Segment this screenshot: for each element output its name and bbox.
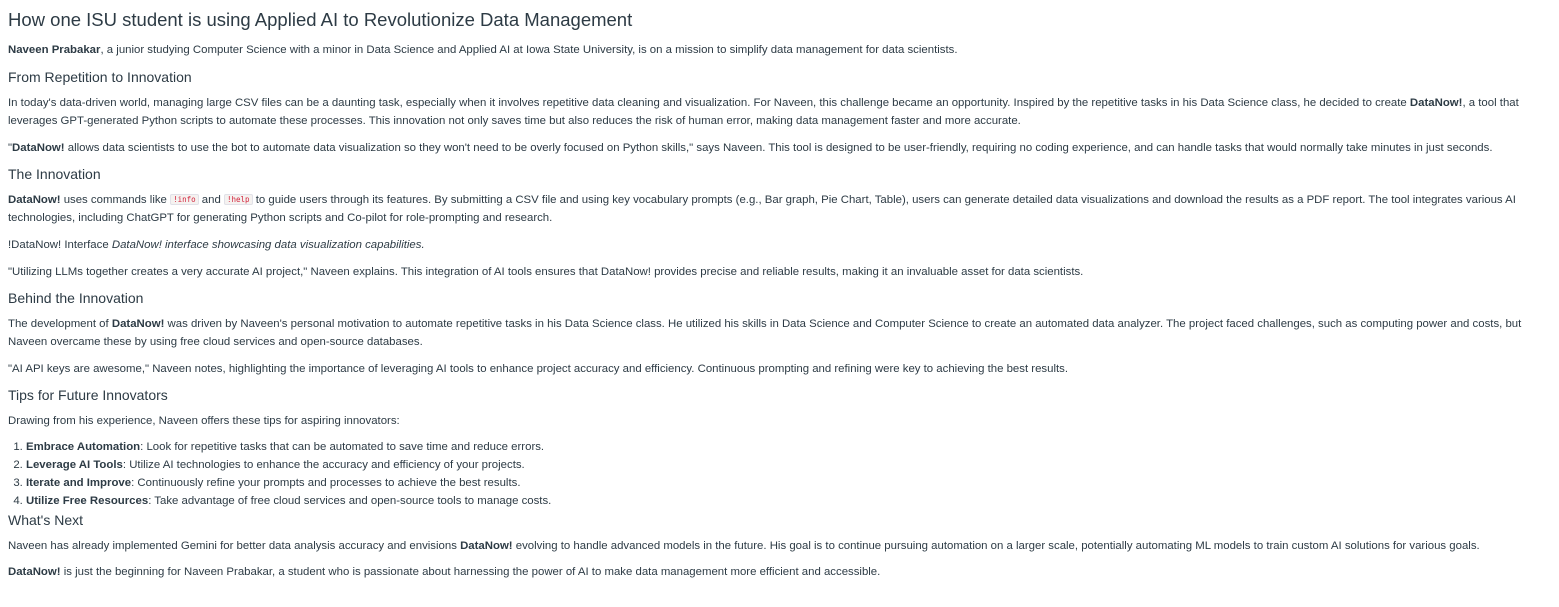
brand-name: DataNow! — [8, 194, 61, 206]
image-placeholder: !DataNow! Interface DataNow! interface s… — [8, 236, 1549, 254]
text-run: allows data scientists to use the bot to… — [64, 142, 1493, 154]
text-run: The development of — [8, 318, 112, 330]
tip-text: : Continuously refine your prompts and p… — [131, 477, 521, 489]
tip-title: Utilize Free Resources — [26, 495, 149, 507]
text-run: uses commands like — [60, 194, 171, 206]
tip-title: Iterate and Improve — [26, 477, 132, 489]
image-alt-text: !DataNow! Interface — [8, 239, 112, 251]
list-item: Iterate and Improve: Continuously refine… — [26, 474, 1549, 492]
brand-name: DataNow! — [8, 566, 61, 578]
section-heading-behind: Behind the Innovation — [8, 290, 144, 306]
section-heading-repetition: From Repetition to Innovation — [8, 69, 192, 85]
brand-name: DataNow! — [460, 540, 513, 552]
student-name: Naveen Prabakar — [8, 44, 101, 56]
section2-paragraph-1: DataNow! uses commands like !info and !h… — [8, 191, 1549, 227]
section5-paragraph-2: DataNow! is just the beginning for Navee… — [8, 563, 1549, 581]
brand-name: DataNow! — [12, 142, 65, 154]
tip-title: Leverage AI Tools — [26, 459, 123, 471]
info-command: !info — [170, 194, 199, 205]
text-run: In today's data-driven world, managing l… — [8, 97, 1410, 109]
section-heading-innovation: The Innovation — [8, 166, 101, 182]
tip-text: : Utilize AI technologies to enhance the… — [122, 459, 525, 471]
section3-quote: "AI API keys are awesome," Naveen notes,… — [8, 363, 1069, 375]
list-item: Embrace Automation: Look for repetitive … — [26, 438, 1549, 456]
list-item: Leverage AI Tools: Utilize AI technologi… — [26, 456, 1549, 474]
list-item: Utilize Free Resources: Take advantage o… — [26, 492, 1549, 510]
tips-intro: Drawing from his experience, Naveen offe… — [8, 415, 400, 427]
intro-paragraph: Naveen Prabakar, a junior studying Compu… — [8, 41, 1549, 59]
section5-paragraph-1: Naveen has already implemented Gemini fo… — [8, 537, 1549, 555]
help-command: !help — [223, 194, 253, 205]
text-run: Naveen has already implemented Gemini fo… — [8, 540, 461, 552]
tip-text: : Take advantage of free cloud services … — [148, 495, 552, 507]
tips-list: Embrace Automation: Look for repetitive … — [8, 438, 1549, 510]
tip-text: : Look for repetitive tasks that can be … — [140, 441, 545, 453]
image-caption: DataNow! interface showcasing data visua… — [111, 239, 425, 251]
section1-paragraph-2: "DataNow! allows data scientists to use … — [8, 139, 1549, 157]
text-run: evolving to handle advanced models in th… — [512, 540, 1480, 552]
section-heading-whats-next: What's Next — [8, 512, 84, 528]
section2-quote: "Utilizing LLMs together creates a very … — [8, 266, 1084, 278]
section-heading-tips: Tips for Future Innovators — [8, 387, 168, 403]
article: How one ISU student is using Applied AI … — [8, 8, 1549, 581]
text-run: was driven by Naveen's personal motivati… — [8, 318, 1522, 348]
section1-paragraph-1: In today's data-driven world, managing l… — [8, 94, 1549, 130]
brand-name: DataNow! — [1409, 97, 1463, 109]
text-run: and — [198, 194, 224, 206]
section3-paragraph-1: The development of DataNow! was driven b… — [8, 315, 1549, 351]
article-title: How one ISU student is using Applied AI … — [8, 9, 633, 30]
text-run: is just the beginning for Naveen Prabaka… — [60, 566, 881, 578]
brand-name: DataNow! — [111, 318, 165, 330]
tip-title: Embrace Automation — [26, 441, 141, 453]
intro-text: , a junior studying Computer Science wit… — [100, 44, 958, 56]
